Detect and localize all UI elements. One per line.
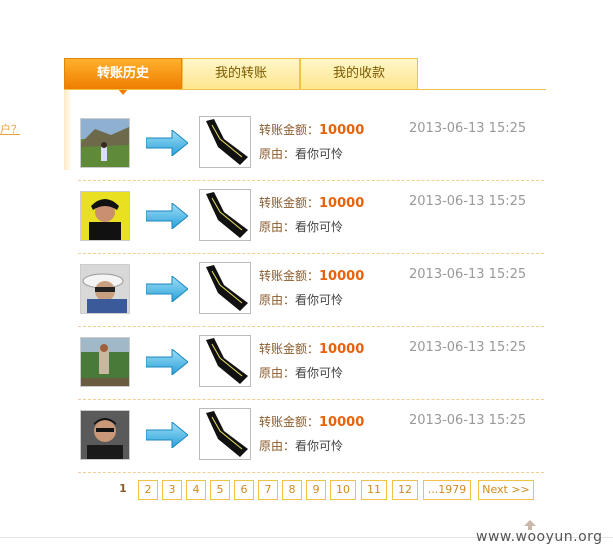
recipient-avatar[interactable] [199,262,251,314]
sender-avatar[interactable] [80,410,130,460]
amount-line: 转账金额：10000 [259,267,364,284]
reason-line: 原由：看你可怜 [259,218,343,235]
transfer-row: 转账金额：10000 2013-06-13 15:25 原由：看你可怜 [78,254,544,327]
page-link[interactable]: 6 [234,480,254,500]
transfer-row: 转账金额：10000 2013-06-13 15:25 原由：看你可怜 [78,108,544,181]
sender-avatar[interactable] [80,191,130,241]
reason-line: 原由：看你可怜 [259,437,343,454]
arrow-right-icon [146,349,188,375]
amount-line: 转账金额：10000 [259,340,364,357]
tab-transfer-history[interactable]: 转账历史 [64,58,182,95]
reason-label: 原由： [259,366,296,380]
arrow-right-icon [146,422,188,448]
sender-avatar[interactable] [80,264,130,314]
page-link[interactable]: 2 [138,480,158,500]
page-link[interactable]: 8 [282,480,302,500]
page-current: 1 [114,480,132,498]
reason-text: 看你可怜 [295,366,344,380]
reason-text: 看你可怜 [295,439,344,453]
amount-line: 转账金额：10000 [259,121,364,138]
amount-line: 转账金额：10000 [259,413,364,430]
transfer-date: 2013-06-13 15:25 [409,267,527,282]
recipient-avatar[interactable] [199,189,251,241]
transfer-date: 2013-06-13 15:25 [409,340,527,355]
recipient-avatar[interactable] [199,116,251,168]
page-link[interactable]: 9 [306,480,326,500]
recipient-avatar[interactable] [199,335,251,387]
reason-text: 看你可怜 [295,220,344,234]
amount-value: 10000 [319,415,365,430]
transfer-list: 转账金额：10000 2013-06-13 15:25 原由：看你可怜 转账金额… [78,108,544,473]
page-link[interactable]: 11 [361,480,387,500]
sender-avatar[interactable] [80,337,130,387]
page-link[interactable]: 10 [330,480,356,500]
amount-line: 转账金额：10000 [259,194,364,211]
reason-line: 原由：看你可怜 [259,145,343,162]
amount-label: 转账金额： [259,415,320,429]
page-link[interactable]: 12 [392,480,418,500]
arrow-right-icon [146,130,188,156]
sender-avatar[interactable] [80,118,130,168]
reason-label: 原由： [259,220,296,234]
reason-line: 原由：看你可怜 [259,291,343,308]
tab-my-transfers[interactable]: 我的转账 [182,58,300,89]
watermark-text: www.wooyun.org [476,529,603,545]
side-link[interactable]: 户？ [0,121,20,137]
amount-value: 10000 [319,196,365,211]
next-page-button[interactable]: Next >> [478,480,534,500]
transfer-row: 转账金额：10000 2013-06-13 15:25 原由：看你可怜 [78,400,544,473]
transfer-row: 转账金额：10000 2013-06-13 15:25 原由：看你可怜 [78,181,544,254]
reason-line: 原由：看你可怜 [259,364,343,381]
reason-text: 看你可怜 [295,293,344,307]
page-link-last[interactable]: ...1979 [423,480,471,500]
reason-text: 看你可怜 [295,147,344,161]
transfer-date: 2013-06-13 15:25 [409,121,527,136]
arrow-right-icon [146,276,188,302]
transfer-date: 2013-06-13 15:25 [409,413,527,428]
arrow-right-icon [146,203,188,229]
reason-label: 原由： [259,147,296,161]
page-link[interactable]: 5 [210,480,230,500]
tab-my-receipts[interactable]: 我的收款 [300,58,418,89]
transfer-date: 2013-06-13 15:25 [409,194,527,209]
amount-value: 10000 [319,123,365,138]
amount-label: 转账金额： [259,269,320,283]
amount-label: 转账金额： [259,342,320,356]
page-link[interactable]: 7 [258,480,278,500]
page-link[interactable]: 4 [186,480,206,500]
page-link[interactable]: 3 [162,480,182,500]
reason-label: 原由： [259,439,296,453]
amount-label: 转账金额： [259,123,320,137]
transfer-row: 转账金额：10000 2013-06-13 15:25 原由：看你可怜 [78,327,544,400]
panel-shadow [64,90,72,170]
tab-divider [64,89,546,90]
amount-label: 转账金额： [259,196,320,210]
recipient-avatar[interactable] [199,408,251,460]
reason-label: 原由： [259,293,296,307]
amount-value: 10000 [319,269,365,284]
amount-value: 10000 [319,342,365,357]
